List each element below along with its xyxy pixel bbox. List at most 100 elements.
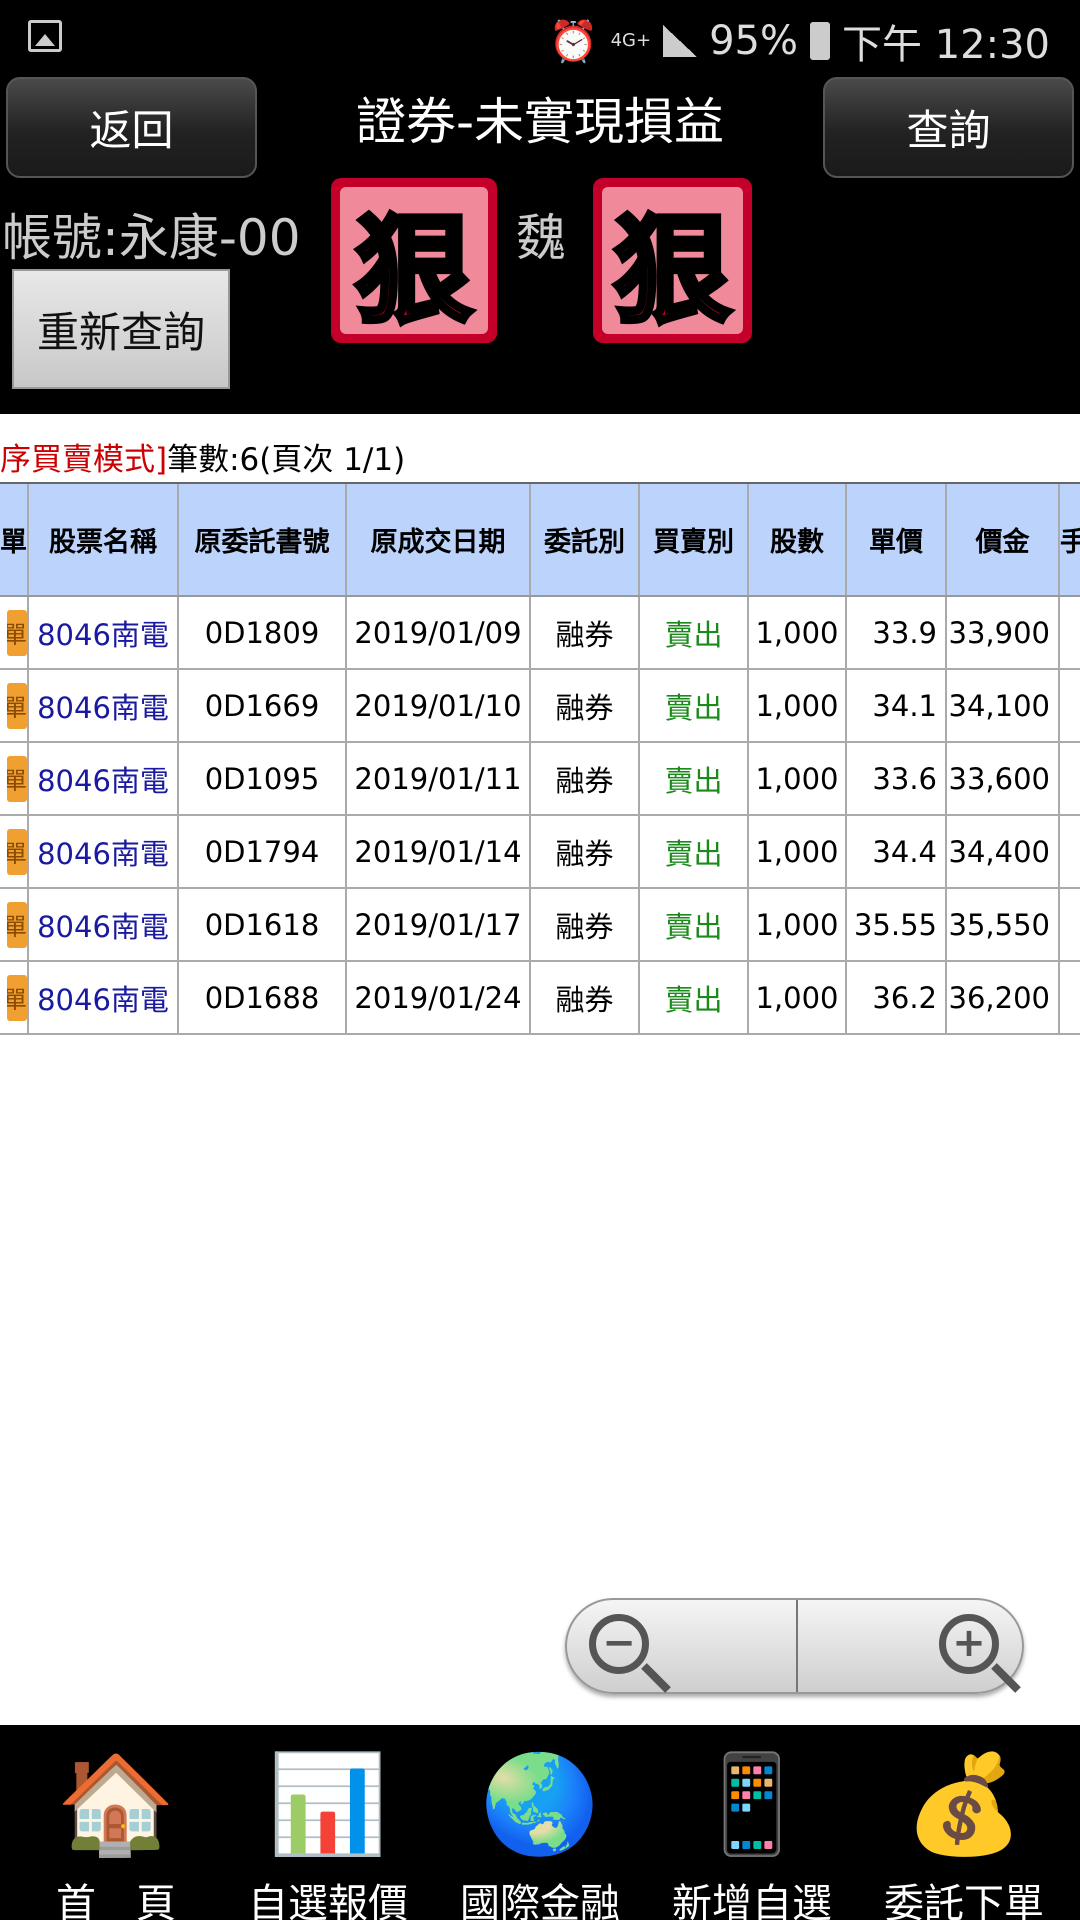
- table-row: 單 8046南電 0D1095 2019/01/11 融券 賣出 1,000 3…: [0, 743, 1080, 816]
- order-type: 融券: [531, 597, 640, 668]
- image-notification-icon: [28, 20, 62, 52]
- order-type: 融券: [531, 889, 640, 960]
- order-action-button[interactable]: 單: [7, 828, 27, 875]
- order-type: 融券: [531, 743, 640, 814]
- censor-stamp-icon: 狠: [331, 178, 497, 343]
- stock-name-link[interactable]: 8046南電: [29, 889, 179, 960]
- col-header: 單: [0, 484, 29, 595]
- shares: 1,000: [749, 962, 847, 1033]
- list-summary: 序買賣模式]筆數:6(頁次 1/1): [0, 434, 405, 479]
- trade-side: 賣出: [640, 670, 749, 741]
- requery-button[interactable]: 重新查詢: [12, 269, 230, 389]
- shares: 1,000: [749, 816, 847, 887]
- col-header: 價金: [947, 484, 1060, 595]
- unit-price: 33.9: [847, 597, 947, 668]
- signal-icon: [663, 25, 698, 57]
- shares: 1,000: [749, 670, 847, 741]
- clock: 下午 12:30: [842, 22, 1050, 68]
- table-header: 單 股票名稱 原委託書號 原成交日期 委託別 買賣別 股數 單價 價金 手: [0, 484, 1080, 597]
- network-type: 4G+: [610, 30, 652, 51]
- stock-name-link[interactable]: 8046南電: [29, 743, 179, 814]
- fee-cell: [1060, 889, 1080, 960]
- nav-item[interactable]: 🌏 國際金融: [440, 1725, 640, 1927]
- nav-item[interactable]: 💰 委託下單: [864, 1725, 1064, 1927]
- back-button[interactable]: 返回: [6, 77, 257, 178]
- stock-name-link[interactable]: 8046南電: [29, 597, 179, 668]
- unit-price: 34.1: [847, 670, 947, 741]
- order-type: 融券: [531, 670, 640, 741]
- globe-money-icon: 🌏: [480, 1748, 600, 1860]
- chart-icon: 📊: [268, 1748, 388, 1860]
- nav-label: 首 頁: [56, 1881, 176, 1927]
- trade-side: 賣出: [640, 743, 749, 814]
- amount: 34,400: [947, 816, 1060, 887]
- order-number: 0D1095: [179, 743, 347, 814]
- trade-side: 賣出: [640, 889, 749, 960]
- order-number: 0D1688: [179, 962, 347, 1033]
- col-header: 股票名稱: [29, 484, 179, 595]
- amount: 36,200: [947, 962, 1060, 1033]
- account-label: 帳號:永康-00: [2, 209, 301, 267]
- shares: 1,000: [749, 743, 847, 814]
- table-row: 單 8046南電 0D1669 2019/01/10 融券 賣出 1,000 3…: [0, 670, 1080, 743]
- phone-add-icon: 📱: [692, 1748, 812, 1860]
- order-action-button[interactable]: 單: [7, 974, 27, 1021]
- col-header: 原成交日期: [347, 484, 531, 595]
- stock-name-link[interactable]: 8046南電: [29, 816, 179, 887]
- order-type: 融券: [531, 962, 640, 1033]
- order-number: 0D1809: [179, 597, 347, 668]
- trade-date: 2019/01/11: [347, 743, 531, 814]
- amount: 33,600: [947, 743, 1060, 814]
- table-row: 單 8046南電 0D1794 2019/01/14 融券 賣出 1,000 3…: [0, 816, 1080, 889]
- order-action-button[interactable]: 單: [7, 755, 27, 802]
- account-name: 魏r: [516, 209, 570, 267]
- amount: 34,100: [947, 670, 1060, 741]
- nav-item[interactable]: 🏠 首 頁: [16, 1725, 216, 1927]
- col-header: 買賣別: [640, 484, 749, 595]
- order-number: 0D1669: [179, 670, 347, 741]
- order-action-button[interactable]: 單: [7, 682, 27, 729]
- col-header: 單價: [847, 484, 947, 595]
- battery-percent: 95%: [709, 18, 798, 64]
- battery-icon: [810, 22, 830, 60]
- zoom-control: − +: [565, 1598, 1024, 1694]
- stock-name-link[interactable]: 8046南電: [29, 670, 179, 741]
- fee-cell: [1060, 670, 1080, 741]
- table-row: 單 8046南電 0D1688 2019/01/24 融券 賣出 1,000 3…: [0, 962, 1080, 1035]
- fee-cell: [1060, 597, 1080, 668]
- zoom-in-icon[interactable]: +: [939, 1614, 999, 1674]
- nav-item[interactable]: 📊 自選報價: [228, 1725, 428, 1927]
- order-action-button[interactable]: 單: [7, 901, 27, 948]
- fee-cell: [1060, 816, 1080, 887]
- table-row: 單 8046南電 0D1618 2019/01/17 融券 賣出 1,000 3…: [0, 889, 1080, 962]
- stock-name-link[interactable]: 8046南電: [29, 962, 179, 1033]
- order-action-button[interactable]: 單: [7, 609, 27, 656]
- top-panel: ⏰ 4G+ 95% 下午 12:30 返回 證券-未實現損益 查詢 帳號:永康-…: [0, 0, 1080, 414]
- zoom-out-icon[interactable]: −: [589, 1614, 649, 1674]
- trade-date: 2019/01/09: [347, 597, 531, 668]
- censor-stamp-icon: 狠: [593, 178, 752, 343]
- fee-cell: [1060, 743, 1080, 814]
- coins-icon: 💰: [904, 1748, 1024, 1860]
- nav-label: 自選報價: [248, 1881, 408, 1927]
- nav-label: 委託下單: [884, 1881, 1044, 1927]
- zoom-divider: [796, 1600, 798, 1692]
- trade-date: 2019/01/10: [347, 670, 531, 741]
- order-type: 融券: [531, 816, 640, 887]
- order-number: 0D1794: [179, 816, 347, 887]
- nav-label: 新增自選: [672, 1881, 832, 1927]
- nav-item[interactable]: 📱 新增自選: [652, 1725, 852, 1927]
- trade-date: 2019/01/17: [347, 889, 531, 960]
- shares: 1,000: [749, 889, 847, 960]
- trade-side: 賣出: [640, 597, 749, 668]
- col-header: 委託別: [531, 484, 640, 595]
- home-icon: 🏠: [56, 1748, 176, 1860]
- col-header: 原委託書號: [179, 484, 347, 595]
- col-header: 手: [1060, 527, 1080, 558]
- fee-cell: [1060, 962, 1080, 1033]
- query-button[interactable]: 查詢: [823, 77, 1074, 178]
- mode-label: 序買賣模式]: [0, 442, 168, 478]
- page-title: 證券-未實現損益: [355, 93, 725, 151]
- amount: 35,550: [947, 889, 1060, 960]
- nav-label: 國際金融: [460, 1881, 620, 1927]
